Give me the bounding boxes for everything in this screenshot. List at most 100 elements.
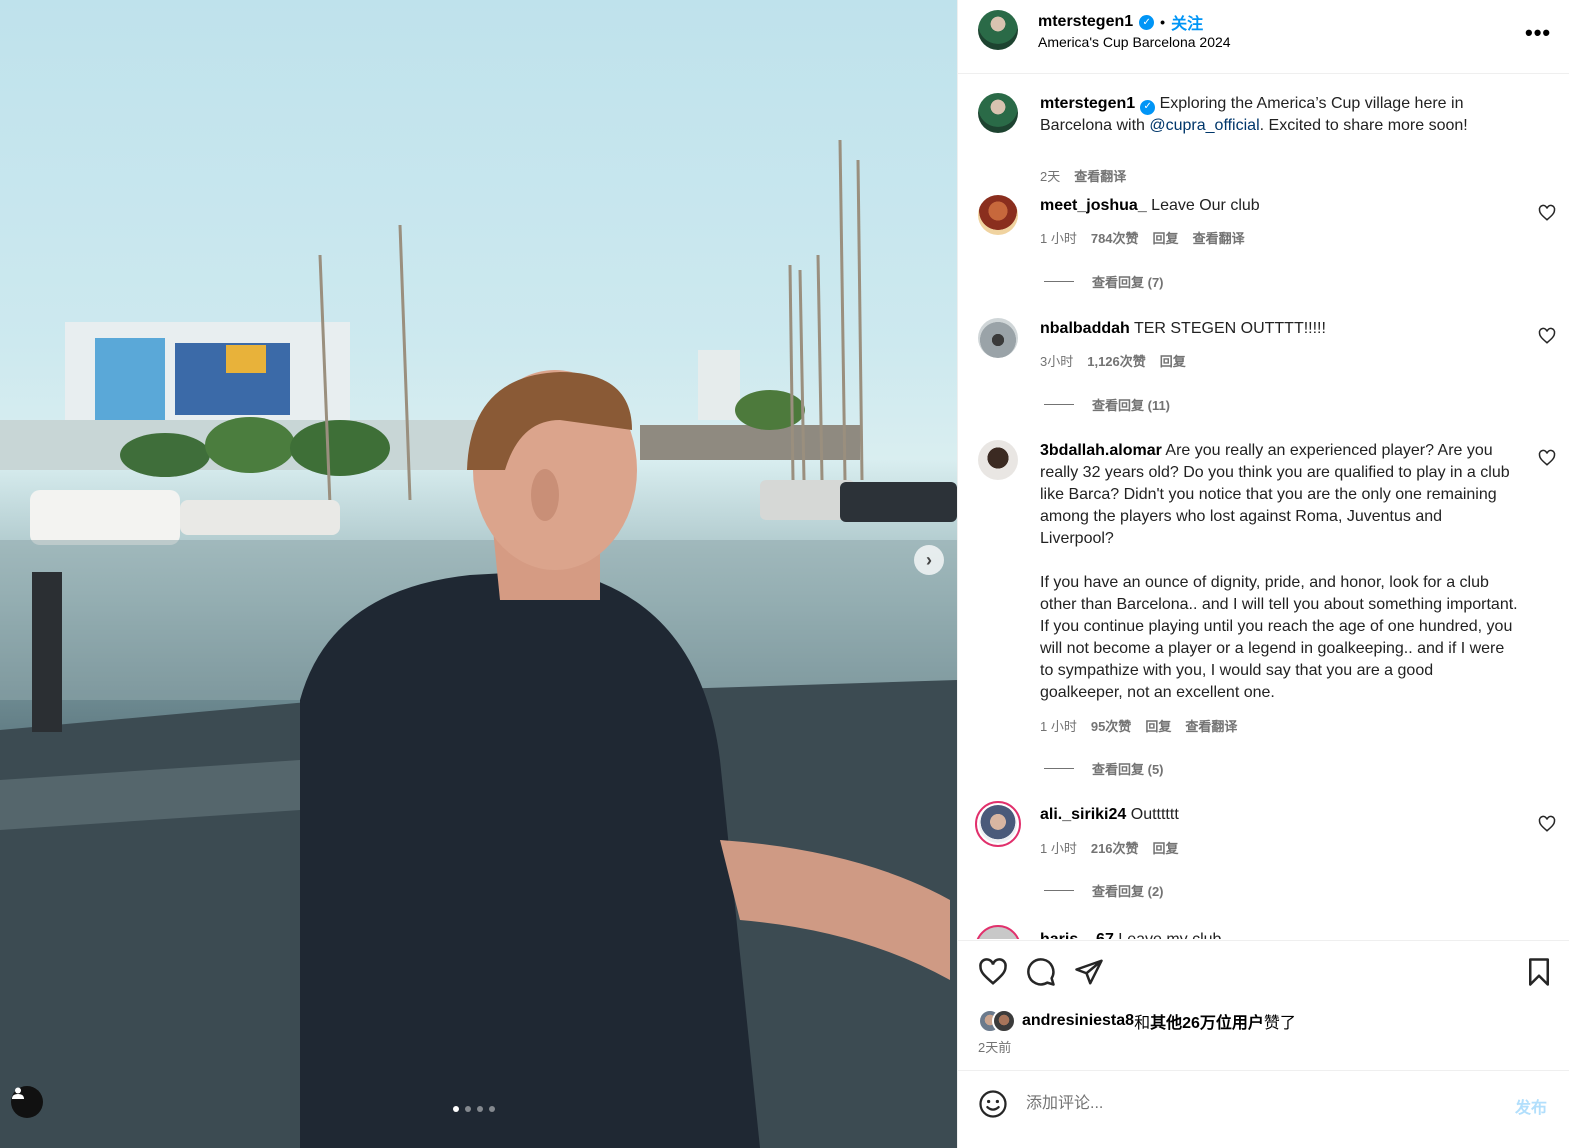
comment-body: Leave Our club bbox=[1146, 197, 1260, 214]
post-comment-button[interactable]: 发布 bbox=[1515, 1094, 1547, 1118]
liked-others[interactable]: 其他26万位用户 bbox=[1150, 1009, 1264, 1033]
carousel-dot bbox=[489, 1106, 495, 1112]
translate-button[interactable]: 查看翻译 bbox=[1193, 228, 1245, 247]
post-photo[interactable]: › bbox=[0, 0, 957, 1148]
comment-username[interactable]: meet_joshua_ bbox=[1040, 197, 1147, 214]
post-header: mterstegen1 ✓ • 关注 America's Cup Barcelo… bbox=[958, 0, 1569, 74]
view-replies-label: 查看回复 (2) bbox=[1092, 884, 1164, 899]
comment-username[interactable]: ali._siriki24 bbox=[1040, 806, 1126, 823]
like-heart-icon[interactable] bbox=[978, 957, 1008, 987]
separator: • bbox=[1160, 14, 1166, 30]
liked-by-row[interactable]: andresiniesta8 和其他26万位用户 赞了 bbox=[978, 1009, 1296, 1033]
more-options-icon[interactable]: ••• bbox=[1525, 20, 1551, 46]
comment-likes[interactable]: 95次赞 bbox=[1091, 716, 1131, 735]
view-replies-label: 查看回复 (11) bbox=[1092, 398, 1171, 413]
caption-username[interactable]: mterstegen1 bbox=[1040, 95, 1135, 112]
comment-likes[interactable]: 784次赞 bbox=[1091, 228, 1139, 247]
comment-body-paragraph: If you have an ounce of dignity, pride, … bbox=[1040, 574, 1518, 701]
deck-post bbox=[32, 572, 62, 732]
header-user-row: mterstegen1 ✓ • 关注 bbox=[1038, 10, 1203, 34]
comment-meta: 3小时 1,126次赞 回复 bbox=[1040, 351, 1186, 370]
view-replies-button[interactable]: 查看回复 (11) bbox=[1044, 395, 1170, 414]
comment-input[interactable] bbox=[1026, 1089, 1486, 1119]
translate-button[interactable]: 查看翻译 bbox=[1074, 166, 1126, 185]
avatar[interactable] bbox=[978, 93, 1018, 133]
avatar[interactable] bbox=[978, 318, 1018, 358]
replies-divider bbox=[1044, 768, 1074, 769]
comment-time[interactable]: 1 小时 bbox=[1040, 838, 1077, 857]
reply-button[interactable]: 回复 bbox=[1145, 716, 1171, 735]
mention-link[interactable]: @cupra_official bbox=[1149, 117, 1259, 134]
avatar[interactable] bbox=[975, 801, 1021, 847]
post-time[interactable]: 2天前 bbox=[978, 1037, 1011, 1056]
avatar[interactable] bbox=[978, 195, 1018, 235]
carousel-dot bbox=[477, 1106, 483, 1112]
carousel-dot bbox=[453, 1106, 459, 1112]
caption-text: mterstegen1 ✓ Exploring the America’s Cup… bbox=[1040, 93, 1520, 137]
comment-body: Outttttt bbox=[1126, 806, 1179, 823]
liked-suffix: 赞了 bbox=[1263, 1015, 1296, 1032]
reply-button[interactable]: 回复 bbox=[1160, 351, 1186, 370]
verified-badge-icon: ✓ bbox=[1140, 99, 1156, 115]
carousel-indicator bbox=[453, 1106, 495, 1112]
avatar[interactable] bbox=[978, 10, 1018, 50]
comment-time[interactable]: 3小时 bbox=[1040, 351, 1073, 370]
comment-meta: 1 小时 784次赞 回复 查看翻译 bbox=[1040, 228, 1245, 247]
liker-username[interactable]: andresiniesta8 bbox=[1022, 1012, 1134, 1030]
tree bbox=[205, 417, 295, 473]
comment-time[interactable]: 1 小时 bbox=[1040, 716, 1077, 735]
comment-time[interactable]: 1 小时 bbox=[1040, 228, 1077, 247]
like-comment-heart-icon[interactable] bbox=[1538, 815, 1556, 833]
emoji-icon[interactable] bbox=[978, 1089, 1008, 1119]
tree bbox=[290, 420, 390, 476]
pier-building bbox=[640, 425, 860, 460]
share-paper-plane-icon[interactable] bbox=[1074, 957, 1104, 987]
next-image-button[interactable]: › bbox=[914, 545, 944, 575]
boat bbox=[840, 482, 957, 522]
avatar[interactable] bbox=[978, 440, 1018, 480]
comment-meta: 1 小时 95次赞 回复 查看翻译 bbox=[1040, 716, 1237, 735]
follow-button[interactable]: 关注 bbox=[1171, 10, 1203, 34]
comment-text: ali._siriki24 Outttttt bbox=[1040, 804, 1520, 826]
boat bbox=[180, 500, 340, 535]
comment-username[interactable]: 3bdallah.alomar bbox=[1040, 442, 1162, 459]
carousel-dot bbox=[465, 1106, 471, 1112]
comment-username[interactable]: haris__67 bbox=[1040, 931, 1114, 939]
comment-meta: 1 小时 216次赞 回复 bbox=[1040, 838, 1179, 857]
like-comment-heart-icon[interactable] bbox=[1538, 449, 1556, 467]
verified-badge-icon: ✓ bbox=[1139, 14, 1155, 30]
reply-button[interactable]: 回复 bbox=[1153, 838, 1179, 857]
username-link[interactable]: mterstegen1 bbox=[1038, 13, 1133, 31]
save-bookmark-icon[interactable] bbox=[1524, 957, 1554, 987]
comment-text: meet_joshua_ Leave Our club bbox=[1040, 195, 1520, 217]
view-replies-button[interactable]: 查看回复 (7) bbox=[1044, 272, 1164, 291]
comment-likes[interactable]: 216次赞 bbox=[1091, 838, 1139, 857]
user-icon bbox=[12, 1087, 24, 1099]
translate-button[interactable]: 查看翻译 bbox=[1185, 716, 1237, 735]
avatar[interactable] bbox=[975, 925, 1021, 939]
comment-composer: 发布 bbox=[958, 1070, 1569, 1148]
caption-meta: 2天 查看翻译 bbox=[1040, 166, 1126, 185]
comments-list[interactable]: mterstegen1 ✓ Exploring the America’s Cup… bbox=[958, 75, 1569, 939]
comment-likes[interactable]: 1,126次赞 bbox=[1087, 351, 1146, 370]
control-tower bbox=[698, 350, 740, 420]
caption-time[interactable]: 2天 bbox=[1040, 166, 1060, 185]
location-link[interactable]: America's Cup Barcelona 2024 bbox=[1038, 34, 1231, 50]
like-comment-heart-icon[interactable] bbox=[1538, 327, 1556, 345]
comment-username[interactable]: nbalbaddah bbox=[1040, 320, 1130, 337]
view-replies-button[interactable]: 查看回复 (2) bbox=[1044, 881, 1164, 900]
view-replies-label: 查看回复 (7) bbox=[1092, 275, 1164, 290]
liked-connector: 和 bbox=[1134, 1015, 1151, 1032]
like-comment-heart-icon[interactable] bbox=[1538, 204, 1556, 222]
replies-divider bbox=[1044, 404, 1074, 405]
comment-bubble-icon[interactable] bbox=[1026, 957, 1056, 987]
view-replies-button[interactable]: 查看回复 (5) bbox=[1044, 759, 1164, 778]
tagged-users-button[interactable] bbox=[11, 1086, 43, 1118]
tree bbox=[735, 390, 805, 430]
caption-body-end: . Excited to share more soon! bbox=[1259, 117, 1468, 134]
reply-button[interactable]: 回复 bbox=[1153, 228, 1179, 247]
view-replies-label: 查看回复 (5) bbox=[1092, 762, 1164, 777]
replies-divider bbox=[1044, 890, 1074, 891]
replies-divider bbox=[1044, 281, 1074, 282]
